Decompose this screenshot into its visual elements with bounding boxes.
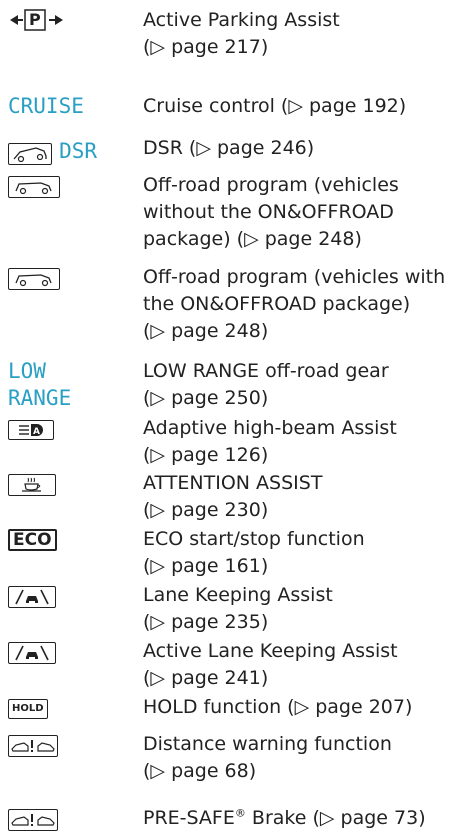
high-beam-assist-icon: A: [8, 419, 113, 440]
eco-icon: ECO: [8, 529, 113, 551]
parking-arrows-icon: P: [8, 9, 113, 35]
entry-line: HOLD function (▷ page 207): [143, 696, 413, 718]
brake-page-text: Brake (▷ page 73): [245, 807, 426, 829]
lane-keeping-icon: [8, 642, 113, 664]
entry-line: Lane Keeping Assist: [143, 584, 333, 606]
cruise-text-icon: CRUISE: [8, 93, 113, 120]
entry-description: Adaptive high-beam Assist (▷ page 126): [143, 415, 443, 469]
entry-line: (▷ page 217): [143, 36, 269, 58]
entry-line: LOW RANGE off-road gear: [143, 360, 389, 382]
low-text: LOW: [8, 359, 46, 383]
dsr-text: DSR: [59, 139, 98, 163]
low-range-text-icon: LOW RANGE: [8, 358, 113, 412]
entry-line: the ON&OFFROAD package): [143, 293, 411, 315]
entry-line: (▷ page 241): [143, 667, 269, 689]
entry-line: Active Parking Assist: [143, 9, 340, 31]
high-beam-a-letter: A: [33, 427, 40, 437]
entry-line: Off-road program (vehicles: [143, 174, 399, 196]
entry-line: (▷ page 235): [143, 611, 269, 633]
cruise-text: CRUISE: [8, 94, 84, 118]
entry-line: (▷ page 230): [143, 499, 269, 521]
entry-line: ATTENTION ASSIST: [143, 472, 323, 494]
lane-keeping-icon: [8, 586, 113, 608]
pre-safe-text: PRE-SAFE: [143, 807, 235, 829]
entry-line: Distance warning function: [143, 733, 392, 755]
coffee-cup-icon: [8, 474, 113, 496]
entry-line: Active Lane Keeping Assist: [143, 640, 398, 662]
entry-line: ECO start/stop function: [143, 528, 365, 550]
entry-description: DSR (▷ page 246): [143, 135, 443, 162]
entry-line: (▷ page 68): [143, 760, 257, 782]
entry-description: Cruise control (▷ page 192): [143, 93, 443, 120]
entry-description: Distance warning function (▷ page 68): [143, 731, 443, 785]
entry-line: package) (▷ page 248): [143, 228, 362, 250]
entry-description: Active Parking Assist (▷ page 217): [143, 7, 443, 61]
entry-line: (▷ page 250): [143, 387, 269, 409]
entry-line: without the ON&OFFROAD: [143, 201, 394, 223]
hold-text: HOLD: [12, 702, 44, 714]
entry-description: Active Lane Keeping Assist (▷ page 241): [143, 638, 443, 692]
entry-description: ECO start/stop function (▷ page 161): [143, 526, 443, 580]
entry-description: Lane Keeping Assist (▷ page 235): [143, 582, 443, 636]
distance-warning-icon: [8, 809, 113, 831]
offroad-vehicle-icon: [8, 176, 113, 198]
offroad-vehicle-icon: [8, 268, 113, 290]
dsr-icon: DSR: [8, 138, 113, 165]
entry-line: (▷ page 161): [143, 555, 269, 577]
parking-p-letter: P: [29, 10, 41, 29]
entry-line: (▷ page 248): [143, 320, 269, 342]
entry-line: DSR (▷ page 246): [143, 137, 315, 159]
entry-line: Off-road program (vehicles with: [143, 266, 446, 288]
distance-warning-icon: [8, 735, 113, 757]
entry-description: HOLD function (▷ page 207): [143, 694, 443, 721]
entry-line: PRE-SAFE® Brake (▷ page 73): [143, 805, 443, 832]
entry-description: LOW RANGE off-road gear (▷ page 250): [143, 358, 443, 412]
entry-description: Off-road program (vehicles with the ON&O…: [143, 264, 446, 345]
entry-description: Off-road program (vehicles without the O…: [143, 172, 443, 253]
registered-mark: ®: [234, 806, 246, 820]
entry-line: (▷ page 126): [143, 444, 269, 466]
entry-line: Cruise control (▷ page 192): [143, 95, 407, 117]
entry-description: ATTENTION ASSIST (▷ page 230): [143, 470, 443, 524]
hold-icon: HOLD: [8, 698, 113, 719]
entry-description: PRE-SAFE® Brake (▷ page 73): [143, 805, 443, 832]
entry-line: Adaptive high-beam Assist: [143, 417, 397, 439]
eco-text: ECO: [13, 529, 52, 550]
range-text: RANGE: [8, 386, 72, 410]
vehicle-slope-icon: [8, 142, 52, 165]
